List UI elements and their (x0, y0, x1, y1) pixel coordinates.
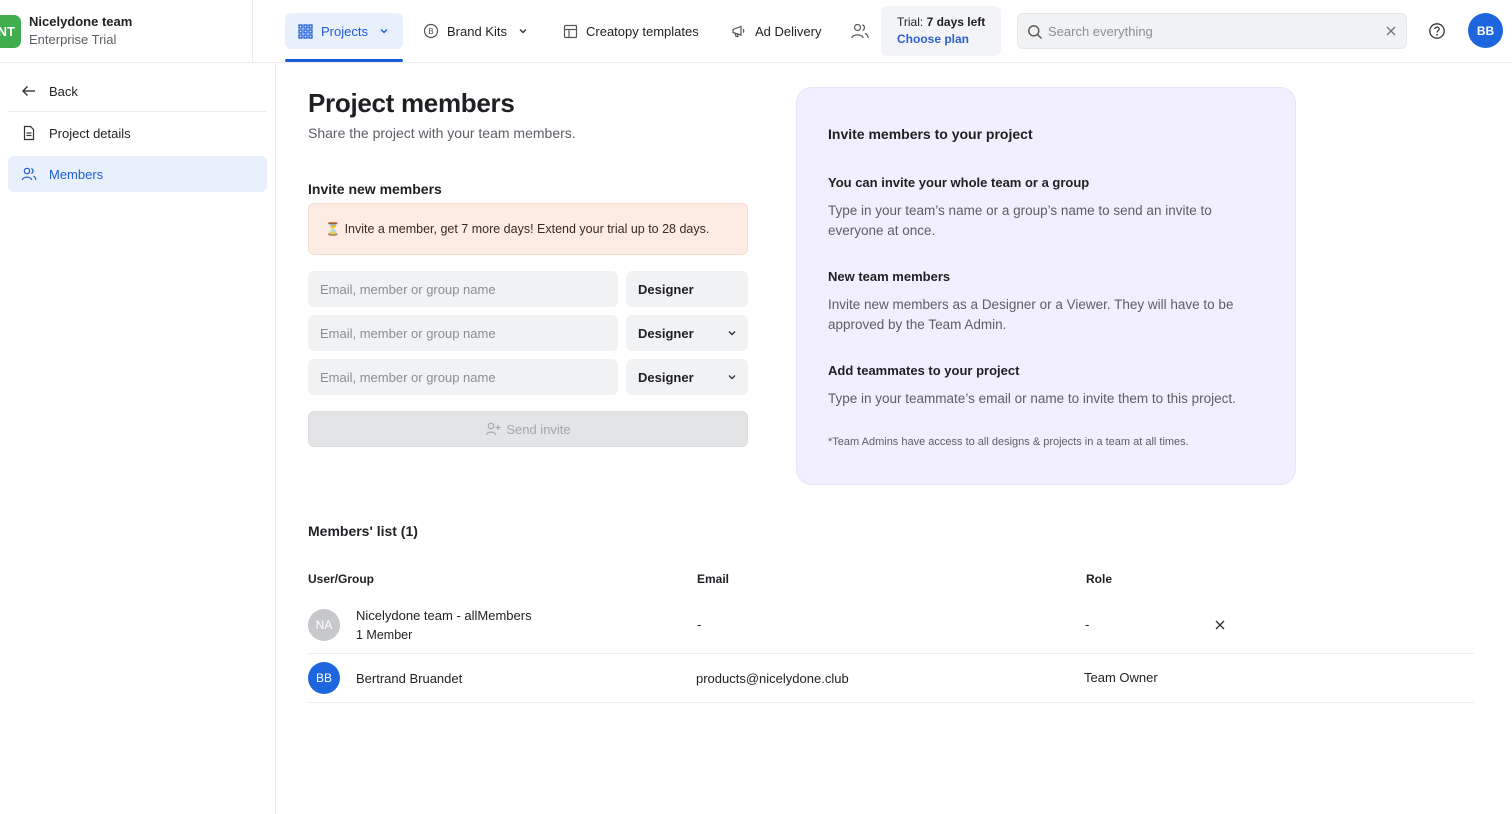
choose-plan-link[interactable]: Choose plan (897, 32, 1001, 46)
invite-row: Designer (308, 359, 748, 395)
search-icon (1027, 24, 1043, 40)
invite-info-panel: Invite members to your project You can i… (796, 87, 1296, 485)
nav-templates-label: Creatopy templates (586, 23, 699, 39)
search-bar[interactable] (1017, 13, 1407, 49)
megaphone-icon (731, 23, 747, 39)
arrow-left-icon (21, 83, 37, 99)
users-icon (21, 166, 37, 182)
sidebar-divider (8, 111, 266, 112)
top-bar: NT Nicelydone team Enterprise Trial Proj… (0, 0, 1512, 63)
nav-brand-kits[interactable]: B Brand Kits (423, 13, 529, 49)
user-avatar[interactable]: BB (1468, 13, 1503, 48)
clear-search-icon[interactable] (1385, 25, 1397, 37)
sidebar: Back Project details Members (0, 63, 276, 814)
avatar: NA (308, 609, 340, 641)
invite-email-input[interactable] (308, 359, 618, 395)
info-section-text: Type in your team’s name or a group’s na… (828, 203, 1212, 238)
search-input[interactable] (1048, 14, 1378, 48)
info-section-text: Type in your teammate’s email or name to… (828, 391, 1236, 406)
team-members-icon[interactable] (850, 22, 870, 40)
role-select-value: Designer (638, 281, 694, 297)
trial-days-left: 7 days left (926, 15, 986, 29)
brand-kit-icon: B (423, 23, 439, 39)
document-icon (21, 125, 37, 141)
team-plan: Enterprise Trial (29, 32, 117, 47)
template-icon (562, 23, 578, 39)
hourglass-icon: ⏳ (325, 221, 341, 236)
team-name: Nicelydone team (29, 14, 133, 29)
trial-status[interactable]: Trial: 7 days left Choose plan (881, 6, 1001, 56)
sidebar-item-label: Members (49, 166, 104, 182)
grid-icon (297, 23, 313, 39)
help-icon[interactable] (1428, 22, 1446, 40)
page-subtitle: Share the project with your team members… (308, 125, 576, 141)
member-email: products@nicelydone.club (696, 671, 849, 686)
sidebar-item-project-details[interactable]: Project details (8, 115, 267, 151)
back-button[interactable]: Back (8, 73, 266, 109)
team-switcher[interactable]: NT Nicelydone team Enterprise Trial (0, 0, 253, 62)
nav-ad-delivery-label: Ad Delivery (755, 23, 822, 39)
role-select[interactable]: Designer (626, 271, 748, 307)
invite-email-input[interactable] (308, 315, 618, 351)
banner-text: Invite a member, get 7 more days! Extend… (344, 222, 710, 236)
invite-email-input[interactable] (308, 271, 618, 307)
column-header-email: Email (697, 572, 730, 586)
page-title: Project members (308, 88, 515, 118)
trial-prefix: Trial: (897, 15, 927, 29)
send-invite-button[interactable]: Send invite (308, 411, 748, 447)
nav-brand-kits-label: Brand Kits (447, 23, 507, 39)
member-email: - (697, 617, 702, 632)
chevron-down-icon (378, 25, 390, 37)
row-divider (308, 653, 1474, 654)
remove-member-icon[interactable] (1214, 619, 1226, 631)
role-select-value: Designer (638, 369, 694, 385)
team-logo: NT (0, 15, 21, 48)
column-header-role: Role (1086, 572, 1113, 586)
add-user-icon (485, 421, 501, 437)
active-tab-indicator (285, 59, 403, 62)
invite-row: Designer (308, 315, 748, 351)
trial-extension-banner: ⏳ Invite a member, get 7 more days! Exte… (308, 203, 748, 255)
info-section-heading: You can invite your whole team or a grou… (828, 175, 1090, 190)
member-name: Nicelydone team - allMembers (356, 608, 532, 623)
info-section-heading: Add teammates to your project (828, 363, 1020, 378)
invite-heading: Invite new members (308, 181, 442, 197)
nav-projects-label: Projects (321, 23, 368, 39)
info-section-text: Invite new members as a Designer or a Vi… (828, 297, 1234, 332)
member-count: 1 Member (356, 628, 413, 642)
member-role: Team Owner (1084, 670, 1158, 685)
chevron-down-icon (726, 327, 738, 339)
invite-row: Designer (308, 271, 748, 307)
column-header-user: User/Group (308, 572, 375, 586)
chevron-down-icon (726, 371, 738, 383)
role-select[interactable]: Designer (626, 359, 748, 395)
row-divider (308, 702, 1474, 703)
nav-projects[interactable]: Projects (285, 13, 403, 49)
info-title: Invite members to your project (828, 126, 1033, 142)
back-label: Back (49, 83, 78, 99)
sidebar-item-label: Project details (49, 125, 131, 141)
nav-ad-delivery[interactable]: Ad Delivery (731, 13, 821, 49)
send-invite-label: Send invite (506, 421, 571, 437)
chevron-down-icon (517, 25, 529, 37)
member-role: - (1085, 617, 1090, 632)
members-list-heading: Members' list (1) (308, 523, 418, 539)
nav-creatopy-templates[interactable]: Creatopy templates (562, 13, 699, 49)
role-select-value: Designer (638, 325, 694, 341)
member-name: Bertrand Bruandet (356, 671, 463, 686)
sidebar-item-members[interactable]: Members (8, 156, 267, 192)
avatar: BB (308, 662, 340, 694)
info-footnote: *Team Admins have access to all designs … (828, 436, 1189, 448)
role-select[interactable]: Designer (626, 315, 748, 351)
svg-text:B: B (428, 27, 434, 36)
info-section-heading: New team members (828, 269, 951, 284)
